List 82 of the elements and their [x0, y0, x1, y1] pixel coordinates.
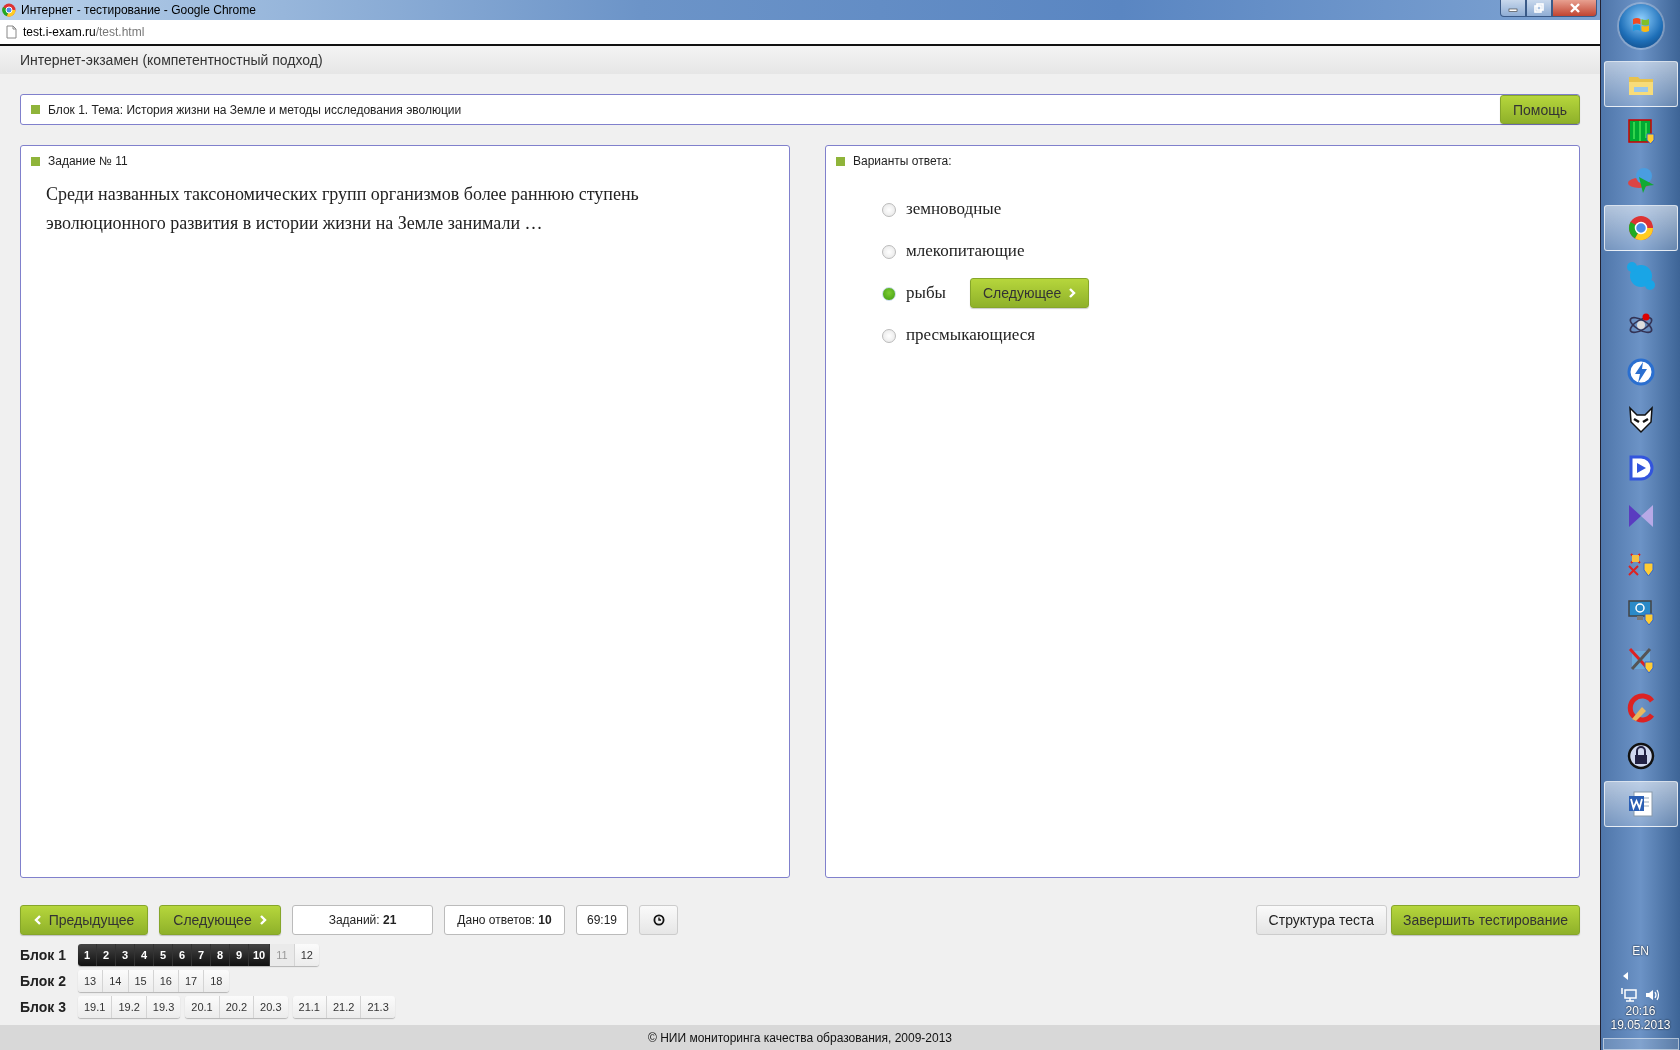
- question-number-button[interactable]: 21.1: [292, 996, 327, 1018]
- broom-icon: [1625, 693, 1656, 723]
- chevron-right-icon: [1068, 288, 1077, 298]
- radio-button[interactable]: [882, 245, 896, 259]
- question-number-button[interactable]: 20.3: [254, 996, 288, 1018]
- radio-button[interactable]: [882, 287, 896, 301]
- clock-icon: [652, 914, 665, 926]
- task-heading: Задание № 11: [48, 154, 128, 168]
- page-icon: [6, 25, 17, 39]
- question-number-button[interactable]: 4: [135, 944, 154, 966]
- block-label: Блок 3: [20, 999, 67, 1015]
- chevron-right-icon: [258, 915, 267, 925]
- monitor-shield-icon: [1625, 597, 1656, 627]
- caret-left-icon[interactable]: [1622, 972, 1629, 980]
- question-number-button[interactable]: 5: [154, 944, 173, 966]
- question-number-button[interactable]: 19.2: [112, 996, 147, 1018]
- question-number-button[interactable]: 9: [230, 944, 249, 966]
- question-number-button[interactable]: 20.1: [185, 996, 220, 1018]
- option-label[interactable]: рыбы: [906, 283, 946, 303]
- copyright-text: © НИИ мониторинга качества образования, 2009-2013: [648, 1030, 952, 1045]
- next-button[interactable]: Следующее: [159, 905, 281, 935]
- question-number-button[interactable]: 21.3: [361, 996, 395, 1018]
- question-number-button[interactable]: 1: [78, 944, 97, 966]
- globe-arrow-icon: [1625, 165, 1656, 195]
- question-number-button[interactable]: 3: [116, 944, 135, 966]
- tasks-count: Заданий: 21: [328, 913, 397, 927]
- restore-icon: [1534, 3, 1544, 13]
- question-number-button[interactable]: 21.2: [326, 996, 362, 1018]
- square-marker-icon: [31, 105, 40, 114]
- timer: 69:19: [576, 905, 628, 935]
- window-title: Интернет - тестирование - Google Chrome: [21, 3, 256, 17]
- block-label: Блок 2: [20, 973, 67, 989]
- question-number-button[interactable]: 7: [192, 944, 211, 966]
- clock-date[interactable]: 19.05.2013: [1610, 1018, 1671, 1032]
- lightning-icon: [1625, 357, 1656, 387]
- radio-button[interactable]: [882, 203, 896, 217]
- browser-icon: [2, 3, 16, 17]
- close-button[interactable]: [1552, 0, 1597, 17]
- page-title: Интернет-экзамен (компетентностный подход): [20, 52, 323, 68]
- minimize-button[interactable]: [1500, 0, 1526, 17]
- answers-heading: Варианты ответа:: [853, 154, 952, 168]
- address-text[interactable]: test.i-exam.ru/test.html: [23, 25, 145, 39]
- answers-count: Дано ответов: 10: [457, 913, 552, 927]
- option-label[interactable]: пресмыкающиеся: [906, 325, 1036, 345]
- block-label: Блок 1: [20, 947, 67, 963]
- screen-shield-icon: [1625, 117, 1656, 147]
- question-number-button[interactable]: 13: [78, 970, 104, 992]
- finish-button[interactable]: Завершить тестирование: [1391, 905, 1580, 935]
- option-label[interactable]: земноводные: [906, 199, 1002, 219]
- option-label[interactable]: млекопитающие: [906, 241, 1025, 261]
- previous-button[interactable]: Предыдущее: [20, 905, 148, 935]
- clock-button[interactable]: [639, 905, 678, 935]
- lock-icon: [1625, 741, 1656, 771]
- network-icon[interactable]: [1620, 988, 1637, 1002]
- start-button[interactable]: [1618, 4, 1663, 48]
- question-number-button[interactable]: 20.2: [219, 996, 255, 1018]
- question-number-button[interactable]: 8: [211, 944, 230, 966]
- topic-text: Блок 1. Тема: История жизни на Земле и методы исследования эволюции: [48, 102, 462, 117]
- question-number-button[interactable]: 10: [249, 944, 271, 966]
- question-number-button[interactable]: 17: [179, 970, 205, 992]
- question-number-button[interactable]: 19.1: [78, 996, 113, 1018]
- question-number-button[interactable]: 15: [128, 970, 154, 992]
- question-number-button[interactable]: 2: [97, 944, 116, 966]
- question-number-button[interactable]: 19.3: [146, 996, 181, 1018]
- question-number-button[interactable]: 14: [103, 970, 129, 992]
- help-button[interactable]: Помощь: [1500, 95, 1580, 124]
- taskbar-button[interactable]: [1603, 781, 1678, 827]
- question-text: Среди названных таксономических групп организмов более раннюю ступень эволюционного развития в истории жизни на Земле занимали …: [46, 183, 640, 235]
- square-marker-icon: [836, 156, 845, 166]
- question-number-button[interactable]: 12: [294, 944, 319, 966]
- close-icon: [1568, 3, 1581, 13]
- speaker-icon[interactable]: [1644, 988, 1661, 1002]
- question-number-button[interactable]: 16: [153, 970, 179, 992]
- question-number-button[interactable]: 6: [173, 944, 192, 966]
- square-marker-icon: [31, 156, 40, 166]
- chevron-left-icon: [33, 915, 42, 925]
- structure-button[interactable]: Структура теста: [1255, 905, 1387, 935]
- next-button[interactable]: Следующее: [970, 278, 1090, 308]
- question-number-button[interactable]: 18: [204, 970, 229, 992]
- show-desktop-button[interactable]: [1602, 1038, 1679, 1050]
- restore-button[interactable]: [1526, 0, 1552, 17]
- radio-button[interactable]: [882, 329, 896, 343]
